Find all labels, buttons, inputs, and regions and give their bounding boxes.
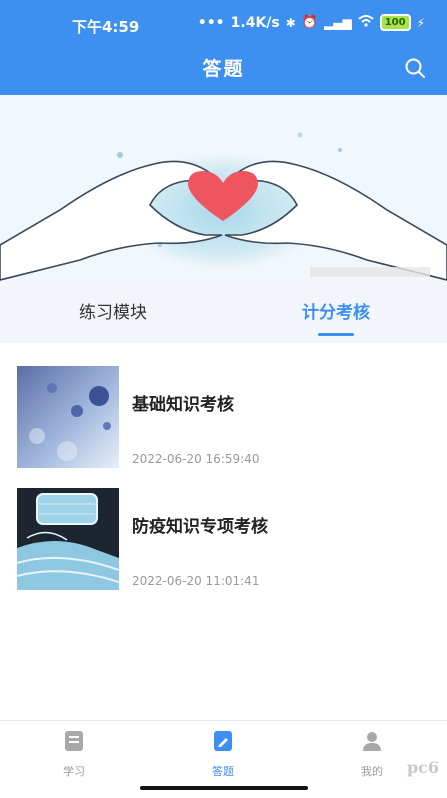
person-icon	[363, 732, 381, 751]
charging-icon: ⚡	[416, 15, 425, 30]
exam-date: 2022-06-20 11:01:41	[132, 574, 260, 588]
search-button[interactable]	[403, 56, 427, 80]
tab-bar: 练习模块 计分考核	[0, 286, 447, 343]
alarm-icon: ⏰	[301, 15, 318, 30]
network-speed: 1.4K/s	[230, 14, 280, 31]
signal-icon: ▂▄▆	[324, 15, 352, 30]
status-indicators: ••• 1.4K/s ✱ ⏰ ▂▄▆ 100 ⚡	[198, 14, 425, 31]
nav-item-profile[interactable]: 我的	[332, 729, 412, 779]
book-icon	[65, 731, 83, 751]
face-masks-image	[17, 488, 119, 590]
nav-label: 学习	[63, 765, 85, 778]
bluetooth-icon: ✱	[285, 15, 296, 30]
heart-hands-illustration	[0, 95, 447, 286]
nav-item-study[interactable]: 学习	[34, 729, 114, 779]
battery-icon: 100	[379, 14, 411, 31]
status-bar: 下午4:59 ••• 1.4K/s ✱ ⏰ ▂▄▆ 100 ⚡	[0, 0, 447, 46]
home-indicator[interactable]	[140, 786, 308, 790]
wifi-icon	[358, 14, 374, 31]
active-tab-indicator	[318, 333, 354, 336]
nav-item-answer[interactable]: 答题	[183, 729, 263, 779]
more-dots-icon: •••	[197, 14, 225, 31]
exam-title: 基础知识考核	[132, 395, 234, 415]
exam-date: 2022-06-20 16:59:40	[132, 452, 260, 466]
edit-note-icon	[214, 731, 232, 751]
banner-image[interactable]	[0, 95, 447, 286]
tab-practice[interactable]: 练习模块	[33, 286, 193, 343]
nav-label: 我的	[361, 765, 383, 778]
page-title: 答题	[202, 58, 245, 80]
nav-label: 答题	[212, 765, 234, 778]
watermark: pc6	[406, 758, 439, 777]
top-bar: 下午4:59 ••• 1.4K/s ✱ ⏰ ▂▄▆ 100 ⚡ 答题	[0, 0, 447, 95]
list-item[interactable]: 基础知识考核 2022-06-20 16:59:40	[0, 366, 447, 476]
virus-image	[17, 366, 119, 468]
exam-title: 防疫知识专项考核	[132, 517, 268, 537]
search-icon	[405, 58, 425, 78]
list-item[interactable]: 防疫知识专项考核 2022-06-20 11:01:41	[0, 488, 447, 598]
status-time: 下午4:59	[72, 18, 140, 36]
